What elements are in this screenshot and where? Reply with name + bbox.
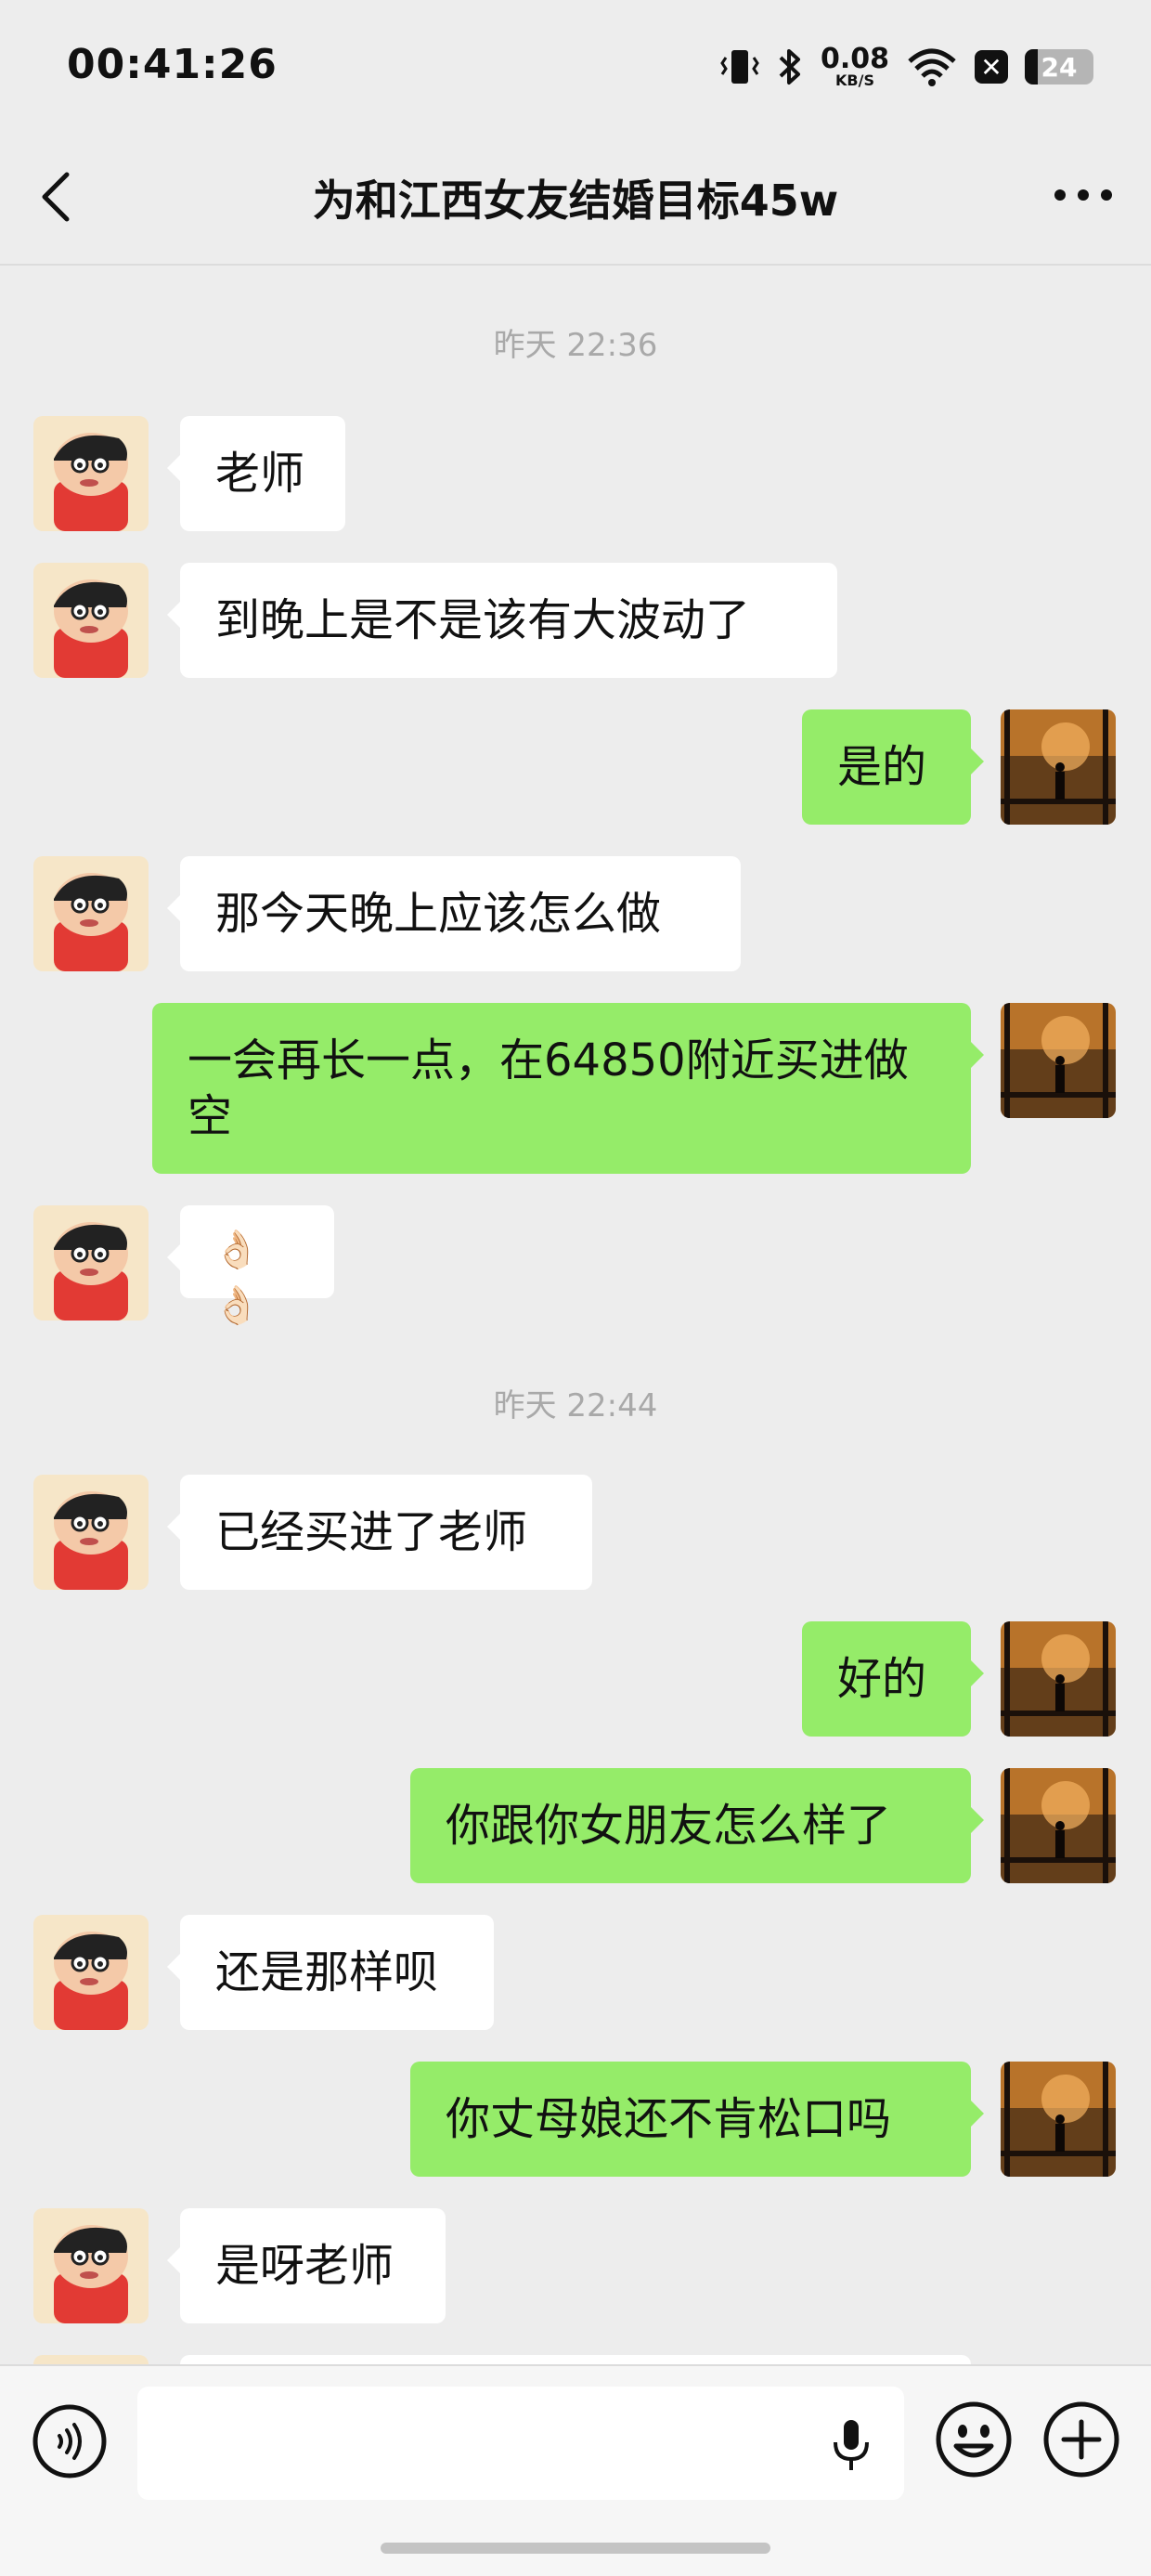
message-bubble-incoming[interactable]: 已经买进了老师: [167, 1475, 592, 1590]
my-avatar[interactable]: [1001, 1768, 1116, 1883]
input-bar: [0, 2364, 1151, 2576]
contact-avatar[interactable]: [33, 1205, 149, 1321]
message-bubble-outgoing[interactable]: 好的: [802, 1621, 984, 1737]
microphone-icon[interactable]: [828, 2414, 874, 2476]
timestamp: 昨天 22:36: [493, 327, 658, 364]
network-speed-value: 0.08: [820, 43, 889, 75]
message-bubble-incoming[interactable]: 那今天晚上应该怎么做: [167, 856, 741, 971]
contact-avatar[interactable]: [33, 1475, 149, 1590]
more-icon[interactable]: [1051, 176, 1116, 214]
message-bubble-outgoing[interactable]: 你丈母娘还不肯松口吗: [410, 2062, 984, 2177]
contact-avatar[interactable]: [33, 2208, 149, 2323]
chat-title: 为和江西女友结婚目标45w: [312, 176, 839, 226]
status-bar: 00:41:26 0.08 KB/S ✕ 24: [0, 0, 1151, 130]
message-bubble-outgoing[interactable]: 你跟你女朋友怎么样了: [410, 1768, 984, 1883]
chat-header: 为和江西女友结婚目标45w: [0, 130, 1151, 266]
home-indicator[interactable]: [381, 2543, 770, 2554]
plus-icon[interactable]: [1041, 2400, 1121, 2479]
contact-avatar[interactable]: [33, 856, 149, 971]
my-avatar[interactable]: [1001, 1003, 1116, 1118]
message-list[interactable]: 昨天 22:36 老师 到晚上是不是该有大波动了 是的 那今天晚上应该怎么做 一…: [0, 266, 1151, 2364]
timestamp: 昨天 22:44: [493, 1387, 658, 1425]
battery-icon: 24: [1025, 49, 1093, 85]
message-bubble-incoming[interactable]: 还是那样呗: [167, 1915, 494, 2030]
bluetooth-icon: [779, 49, 800, 85]
network-speed-unit: KB/S: [835, 72, 874, 89]
vibrate-icon: [720, 50, 759, 84]
message-bubble-incoming[interactable]: 老师: [167, 416, 345, 531]
voice-icon[interactable]: [32, 2403, 108, 2479]
emoji-icon[interactable]: [934, 2400, 1014, 2479]
battery-level: 24: [1041, 51, 1078, 83]
message-bubble-incoming[interactable]: 👌🏻👌🏻: [167, 1205, 334, 1327]
my-avatar[interactable]: [1001, 1621, 1116, 1737]
message-bubble-incoming[interactable]: 是呀老师: [167, 2208, 446, 2323]
message-bubble-incoming[interactable]: 到晚上是不是该有大波动了: [167, 563, 837, 678]
notification-x-icon: ✕: [975, 50, 1008, 84]
message-input[interactable]: [137, 2387, 904, 2500]
my-avatar[interactable]: [1001, 2062, 1116, 2177]
message-bubble-outgoing[interactable]: 一会再长一点，在64850附近买进做空: [152, 1003, 984, 1174]
message-bubble-outgoing[interactable]: 是的: [802, 709, 984, 825]
wifi-icon: [908, 48, 956, 86]
my-avatar[interactable]: [1001, 709, 1116, 825]
status-icons: 0.08 KB/S ✕ 24: [720, 39, 1093, 95]
contact-avatar[interactable]: [33, 416, 149, 531]
network-speed: 0.08 KB/S: [821, 46, 889, 88]
contact-avatar[interactable]: [33, 1915, 149, 2030]
message-bubble-incoming[interactable]: [180, 2355, 971, 2364]
status-time: 00:41:26: [67, 41, 278, 88]
contact-avatar[interactable]: [33, 563, 149, 678]
contact-avatar[interactable]: [33, 2355, 149, 2364]
